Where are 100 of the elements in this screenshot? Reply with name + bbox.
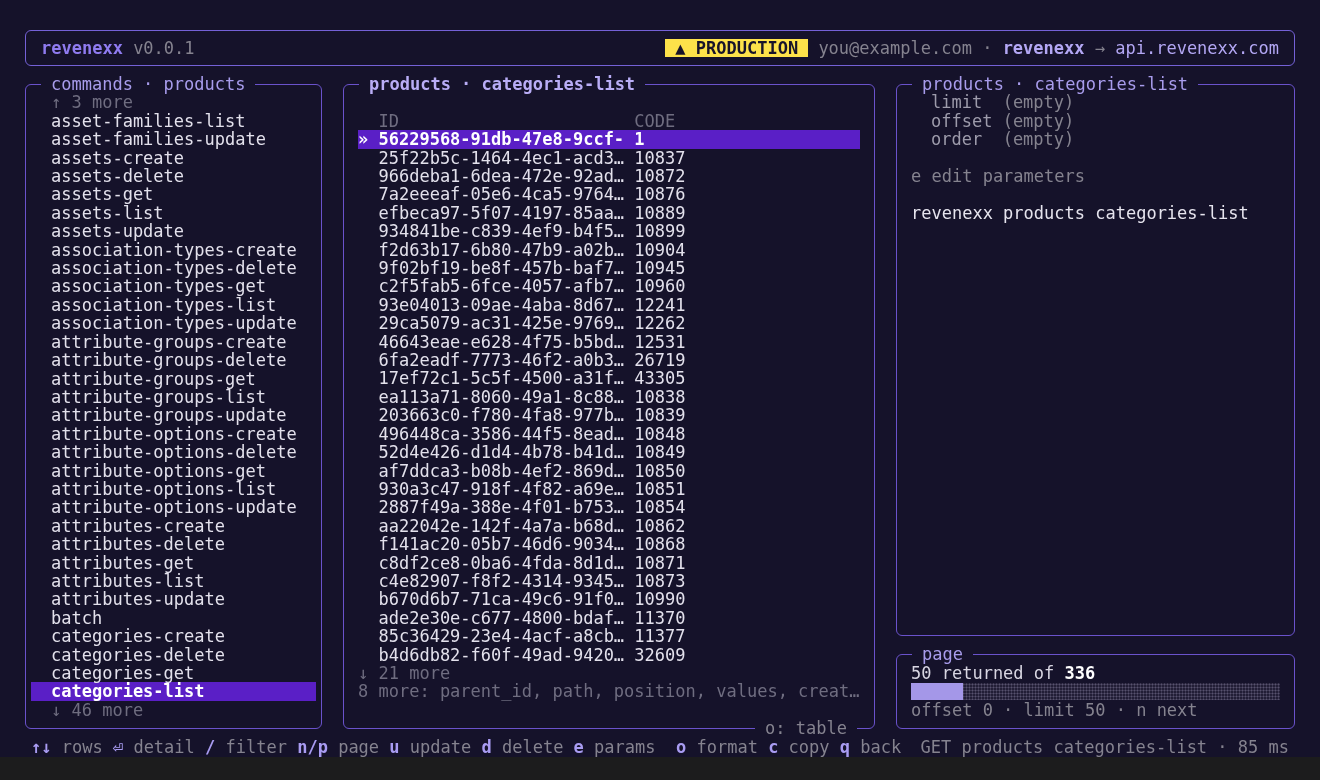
table-row[interactable]: efbeca97-5f07-4197-85aa… 10889	[358, 203, 860, 223]
command-item[interactable]: categories-list	[31, 682, 316, 701]
table-cell-text: 934841be-c839-4ef9-b4f5…	[378, 222, 626, 241]
command-item[interactable]: attributes-list	[31, 571, 316, 591]
command-item[interactable]: attribute-options-list	[31, 479, 316, 499]
host-name: api.revenexx.com	[1115, 38, 1279, 58]
table-row[interactable]: 7a2eeeaf-05e6-4ca5-9764… 10876	[358, 185, 860, 204]
table-row[interactable]: f141ac20-05b7-46d6-9034… 10868	[358, 535, 860, 554]
command-item[interactable]: attribute-groups-update	[31, 406, 316, 425]
table-cell: 10876	[634, 185, 686, 204]
table-cell-text: ea113a71-8060-49a1-8c88…	[378, 387, 626, 407]
command-item[interactable]: association-types-get	[31, 277, 316, 296]
table-row[interactable]: f2d63b17-6b80-47b9-a02b… 10904	[358, 240, 860, 260]
command-item[interactable]: attribute-groups-list	[31, 387, 316, 407]
table-row[interactable]: 17ef72c1-5c5f-4500-a31f… 43305	[358, 369, 860, 388]
command-item[interactable]: asset-families-update	[31, 130, 316, 149]
user-email: you@example.com	[818, 38, 972, 58]
command-item[interactable]: attribute-groups-create	[31, 332, 316, 352]
hidden-columns-note: 8 more: parent_id, path, position, values, creat…	[358, 682, 860, 701]
table-row[interactable]: 85c36429-23e4-4acf-a8cb… 11377	[358, 627, 860, 646]
format-label: o: table	[755, 718, 857, 737]
table-cell-text: c2f5fab5-6fce-4057-afb7…	[378, 277, 626, 296]
table-row[interactable]: 46643eae-e628-4f75-b5bd… 12531	[358, 332, 860, 352]
table-row[interactable]: b4d6db82-f60f-49ad-9420… 32609	[358, 645, 860, 664]
key-hint: ↑↓ rows	[31, 738, 103, 757]
command-item[interactable]: attribute-options-get	[31, 461, 316, 480]
command-item[interactable]: association-types-list	[31, 295, 316, 315]
table-cell-text: 56229568-91db-47e8-9ccf-	[378, 130, 626, 149]
command-item[interactable]: batch	[31, 608, 316, 628]
command-item[interactable]: asset-families-list	[31, 111, 316, 131]
table-cell: 12262	[634, 314, 686, 333]
table-row[interactable]: af7ddca3-b08b-4ef2-869d… 10850	[358, 461, 860, 480]
command-item[interactable]: attribute-options-create	[31, 424, 316, 444]
table-cell: 10849	[634, 443, 686, 462]
key-hint: ⏎ detail	[112, 738, 195, 757]
table-row[interactable]: 29ca5079-ac31-425e-9769… 12262	[358, 314, 860, 333]
command-item[interactable]: association-types-update	[31, 314, 316, 333]
command-item[interactable]: attribute-groups-get	[31, 369, 316, 388]
table-row[interactable]: 930a3c47-918f-4f82-a69e… 10851	[358, 479, 860, 499]
scroll-more-indicator: ↑ 3 more	[50, 93, 134, 112]
table-row[interactable]: aa22042e-142f-4a7a-b68d… 10862	[358, 516, 860, 536]
profile-name: revenexx	[1002, 38, 1085, 58]
table-row[interactable]: c8df2ce8-0ba6-4fda-8d1d… 10871	[358, 553, 860, 572]
table-cell-text: 46643eae-e628-4f75-b5bd…	[378, 332, 626, 352]
table-cell-text: 17ef72c1-5c5f-4500-a31f…	[378, 369, 626, 388]
command-item[interactable]: categories-get	[31, 664, 316, 683]
table-row[interactable]: » 56229568-91db-47e8-9ccf- 1	[358, 130, 860, 149]
command-item[interactable]: attribute-options-delete	[31, 443, 316, 462]
table-cell: 10854	[634, 498, 686, 517]
table-row[interactable]: 934841be-c839-4ef9-b4f5… 10899	[358, 222, 860, 241]
table-row[interactable]: 93e04013-09ae-4aba-8d67… 12241	[358, 295, 860, 315]
table-row[interactable]: c2f5fab5-6fce-4057-afb7… 10960	[358, 277, 860, 296]
version-label: v0.0.1	[133, 38, 195, 58]
command-item[interactable]: attributes-create	[31, 516, 316, 536]
table-row[interactable]: 25f22b5c-1464-4ec1-acd3… 10837	[358, 148, 860, 167]
key-hint: o format	[676, 738, 758, 757]
command-item[interactable]: categories-create	[31, 627, 316, 646]
table-row[interactable]: 9f02bf19-be8f-457b-baf7… 10945	[358, 259, 860, 278]
table-cell-text: 203663c0-f780-4fa8-977b…	[378, 406, 626, 425]
table-row[interactable]: 6fa2eadf-7773-46f2-a0b3… 26719	[358, 351, 860, 370]
command-item[interactable]: association-types-delete	[31, 259, 316, 278]
command-item[interactable]: attributes-update	[31, 590, 316, 609]
table-cell-text: f141ac20-05b7-46d6-9034…	[378, 535, 626, 554]
table-row[interactable]: ea113a71-8060-49a1-8c88… 10838	[358, 387, 860, 407]
table-cell-text: 29ca5079-ac31-425e-9769…	[378, 314, 626, 333]
table-cell: 10850	[634, 461, 686, 480]
table-row[interactable]: 496448ca-3586-44f5-8ead… 10848	[358, 424, 860, 444]
command-item[interactable]: categories-delete	[31, 645, 316, 664]
command-item[interactable]: association-types-create	[31, 240, 316, 260]
table-row[interactable]: 203663c0-f780-4fa8-977b… 10839	[358, 406, 860, 425]
command-item[interactable]: attribute-options-update	[31, 498, 316, 517]
table-row[interactable]: c4e82907-f8f2-4314-9345… 10873	[358, 571, 860, 591]
command-item[interactable]: attribute-groups-delete	[31, 351, 316, 370]
table-row[interactable]: ade2e30e-c677-4800-bdaf… 11370	[358, 608, 860, 628]
table-cell: 10868	[634, 535, 686, 554]
command-item[interactable]: assets-list	[31, 203, 316, 223]
command-item[interactable]: assets-get	[31, 185, 316, 204]
table-row[interactable]: 52d4e426-d1d4-4b78-b41d… 10849	[358, 443, 860, 462]
table-cell-text: 52d4e426-d1d4-4b78-b41d…	[378, 443, 626, 462]
param-name: offset	[931, 111, 994, 131]
table-cell-text: c4e82907-f8f2-4314-9345…	[378, 571, 626, 591]
table-cell: 10872	[634, 167, 686, 186]
key-hint: q back	[839, 738, 902, 757]
table-cell-text: 85c36429-23e4-4acf-a8cb…	[378, 627, 626, 646]
table-row[interactable]: 2887f49a-388e-4f01-b753… 10854	[358, 498, 860, 517]
table-cell: 10862	[634, 516, 686, 536]
command-item[interactable]: attributes-get	[31, 553, 316, 572]
results-summary: 50 returned of 336	[911, 663, 1097, 683]
table-row[interactable]: 966deba1-6dea-472e-92ad… 10872	[358, 167, 860, 186]
command-item[interactable]: assets-delete	[31, 167, 316, 186]
edit-hint: e edit parameters	[911, 167, 1086, 186]
command-item[interactable]: assets-update	[31, 222, 316, 241]
table-cell: 10848	[634, 424, 686, 444]
table-row[interactable]: b670d6b7-71ca-49c6-91f0… 10990	[358, 590, 860, 609]
command-item[interactable]: attributes-delete	[31, 535, 316, 554]
separator: ·	[982, 38, 993, 58]
table-cell: 10851	[634, 479, 686, 499]
table-cell: 12531	[634, 332, 686, 352]
command-item[interactable]: assets-create	[31, 148, 316, 168]
param-name: order	[931, 130, 984, 149]
